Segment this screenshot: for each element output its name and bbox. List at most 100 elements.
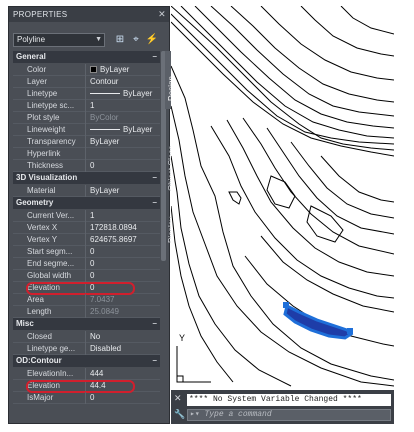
property-value[interactable]: Contour (90, 76, 160, 88)
property-value[interactable]: ByLayer (90, 136, 160, 148)
command-input[interactable]: ▸▾ Type a command (187, 409, 391, 421)
property-value-text: 0 (90, 247, 95, 256)
command-history: **** No System Variable Changed **** (187, 394, 391, 406)
section-header[interactable]: Geometry – (13, 197, 160, 209)
contour-line (171, 205, 234, 383)
property-value[interactable]: Disabled (90, 343, 160, 355)
object-type-select[interactable]: Polyline ▼ (13, 33, 105, 47)
property-value-text: 444 (90, 369, 104, 378)
column-divider (85, 185, 86, 197)
property-value-text: 1 (90, 211, 95, 220)
contour-line (320, 155, 394, 203)
toggle-pickadd-icon[interactable]: ⊞ (113, 33, 127, 47)
property-row[interactable]: Closed No (13, 331, 160, 343)
property-value[interactable]: ByLayer (90, 88, 160, 100)
property-value-text: No (90, 332, 101, 341)
collapse-icon[interactable]: – (153, 318, 157, 330)
property-value[interactable]: ByLayer (90, 185, 160, 197)
property-value[interactable]: 624675.8697 (90, 234, 160, 246)
property-row[interactable]: Current Ver... 1 (13, 210, 160, 222)
property-row[interactable]: End segme... 0 (13, 258, 160, 270)
property-label: IsMajor (27, 393, 54, 402)
property-row[interactable]: Transparency ByLayer (13, 136, 160, 148)
collapse-icon[interactable]: – (153, 172, 157, 184)
property-row[interactable]: IsMajor 0 (13, 392, 160, 404)
section-header[interactable]: 3D Visualization – (13, 172, 160, 184)
close-icon[interactable]: ✕ (158, 8, 166, 20)
collapse-icon[interactable]: – (153, 197, 157, 209)
section-header[interactable]: Misc – (13, 318, 160, 330)
column-divider (85, 88, 86, 100)
palette-title-bar[interactable]: PROPERTIES ✕ (9, 7, 169, 22)
collapse-icon[interactable]: – (153, 51, 157, 63)
property-row[interactable]: Vertex Y 624675.8697 (13, 234, 160, 246)
property-row[interactable]: Start segm... 0 (13, 246, 160, 258)
property-value-text: ByLayer (100, 65, 130, 74)
property-value[interactable]: 0 (90, 258, 160, 270)
property-row[interactable]: ElevationIn... 444 (13, 368, 160, 380)
property-label: Layer (27, 77, 48, 86)
property-row[interactable]: Color ByLayer (13, 64, 160, 76)
property-row[interactable]: Linetype ByLayer (13, 88, 160, 100)
property-value[interactable]: ByLayer (90, 64, 160, 76)
property-value[interactable]: No (90, 331, 160, 343)
select-objects-icon[interactable]: ⌖ (129, 33, 143, 47)
property-row[interactable]: Material ByLayer (13, 185, 160, 197)
section-title: General (16, 52, 46, 61)
column-divider (85, 136, 86, 148)
property-row[interactable]: Area 7.0437 (13, 294, 160, 306)
contour-line (230, 6, 394, 103)
property-row[interactable]: Linetype ge... Disabled (13, 343, 160, 355)
linetype-preview-icon (90, 93, 120, 95)
property-value-text: 0 (90, 259, 95, 268)
section-title: 3D Visualization (16, 173, 78, 182)
section-title: Geometry (16, 198, 54, 207)
collapse-icon[interactable]: – (153, 355, 157, 367)
property-value[interactable]: 25.0849 (90, 306, 160, 318)
property-label: Transparency (27, 137, 76, 146)
close-icon[interactable]: ✕ (174, 393, 182, 404)
property-row[interactable]: Hyperlink (13, 148, 160, 160)
property-label: Vertex Y (27, 235, 58, 244)
grip (283, 302, 289, 308)
property-row[interactable]: Linetype sc... 1 (13, 100, 160, 112)
column-divider (85, 294, 86, 306)
property-row[interactable]: Vertex X 172818.0894 (13, 222, 160, 234)
property-label: Plot style (27, 113, 60, 122)
property-row[interactable]: Layer Contour (13, 76, 160, 88)
property-row[interactable]: Global width 0 (13, 270, 160, 282)
property-value[interactable]: 172818.0894 (90, 222, 160, 234)
property-row[interactable]: Lineweight ByLayer (13, 124, 160, 136)
property-label: Color (27, 65, 47, 74)
property-value[interactable]: 0 (90, 246, 160, 258)
selected-polyline[interactable] (283, 302, 354, 340)
property-value-text: 0 (90, 161, 95, 170)
property-value-text: Disabled (90, 344, 122, 353)
property-value[interactable]: ByLayer (90, 124, 160, 136)
column-divider (85, 368, 86, 380)
property-value[interactable]: 0 (90, 270, 160, 282)
command-placeholder: Type a command (204, 410, 272, 419)
linetype-preview-icon (90, 129, 120, 131)
drawing-canvas[interactable]: Y (171, 6, 394, 389)
section-header[interactable]: General – (13, 51, 160, 63)
property-value[interactable]: 7.0437 (90, 294, 160, 306)
palette-title: PROPERTIES (13, 10, 68, 19)
column-divider (85, 343, 86, 355)
property-row[interactable]: Thickness 0 (13, 160, 160, 172)
property-label: Linetype (27, 89, 58, 98)
quick-select-icon[interactable]: ⚡ (145, 33, 159, 47)
property-row[interactable]: Plot style ByColor (13, 112, 160, 124)
property-label: Global width (27, 271, 72, 280)
property-value[interactable]: 1 (90, 210, 160, 222)
property-value[interactable]: ByColor (90, 112, 160, 124)
wrench-icon[interactable]: 🔧 (174, 409, 185, 420)
property-value[interactable]: 1 (90, 100, 160, 112)
property-value[interactable]: 444 (90, 368, 160, 380)
column-divider (85, 160, 86, 172)
property-row[interactable]: Length 25.0849 (13, 306, 160, 318)
section-header[interactable]: OD:Contour – (13, 355, 160, 367)
property-value-text: 172818.0894 (90, 223, 137, 232)
property-value[interactable]: 0 (90, 160, 160, 172)
property-value[interactable]: 0 (90, 392, 160, 404)
